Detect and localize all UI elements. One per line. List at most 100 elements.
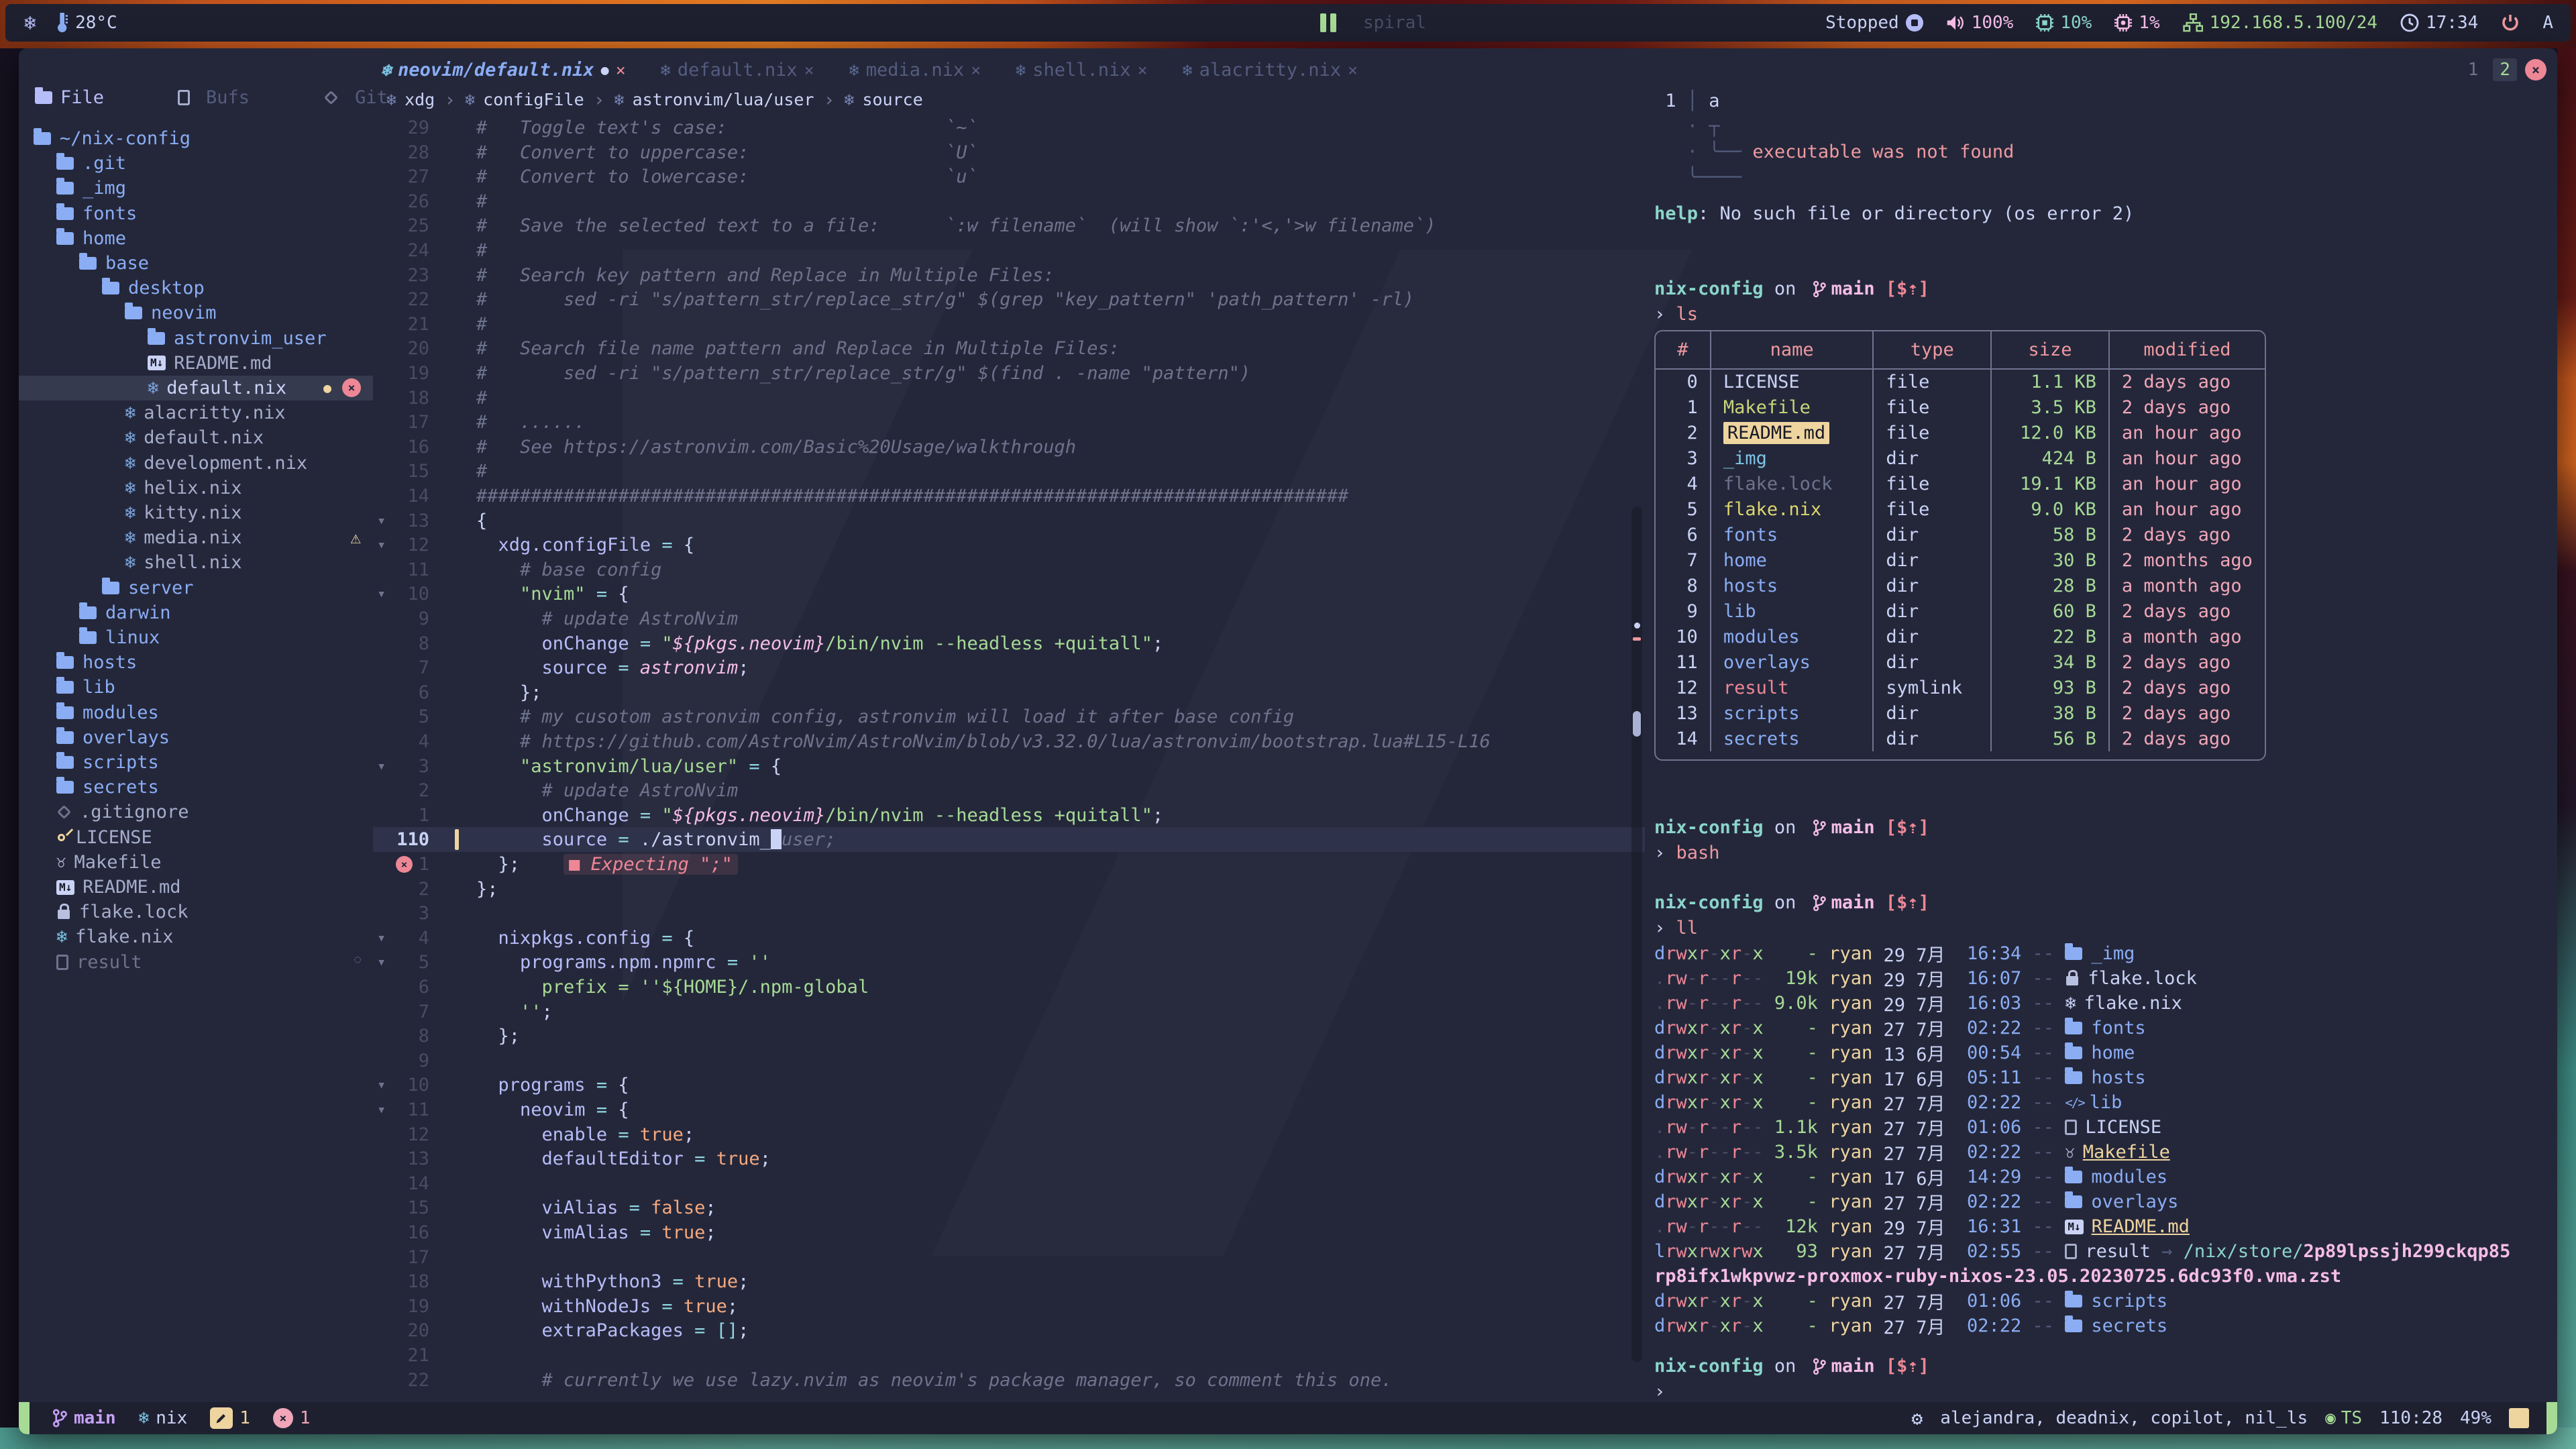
tree-item-neovim[interactable]: neovim — [125, 301, 217, 325]
code-line[interactable]: ▾10 programs = { — [373, 1073, 1645, 1097]
code-line[interactable]: 8 onChange = "${pkgs.neovim}/bin/nvim --… — [373, 631, 1645, 656]
code-line[interactable]: 3 — [373, 901, 1645, 926]
code-line[interactable]: ×1 }; ■ Expecting ";" — [373, 852, 1645, 877]
tree-item-base[interactable]: base — [79, 251, 149, 276]
code-line[interactable]: 22 # currently we use lazy.nvim as neovi… — [373, 1368, 1645, 1393]
tree-item-modules[interactable]: modules — [56, 700, 159, 725]
tree-item-desktop[interactable]: desktop — [102, 276, 205, 301]
code-line[interactable]: 11 # base config — [373, 557, 1645, 582]
code-line[interactable]: 21 — [373, 1343, 1645, 1368]
code-line[interactable]: 20 extraPackages = []; — [373, 1318, 1645, 1343]
code-line[interactable]: 29# Toggle text's case: `~` — [373, 115, 1645, 140]
tree-item-development-nix[interactable]: ❄development.nix — [125, 451, 307, 476]
power-icon[interactable] — [2501, 13, 2520, 32]
editor-scrollbar-track[interactable] — [1631, 506, 1642, 1362]
network-widget[interactable]: 192.168.5.100/24 — [2183, 13, 2377, 33]
tree-item-LICENSE[interactable]: LICENSE — [56, 825, 152, 850]
code-line[interactable]: ▾3 "astronvim/lua/user" = { — [373, 754, 1645, 779]
tree-item-helix-nix[interactable]: ❄helix.nix — [125, 476, 242, 500]
file-tree[interactable]: ~/nix-config.git_imgfontshomebasedesktop… — [19, 118, 373, 1393]
code-line[interactable]: 2}; — [373, 877, 1645, 902]
tree-item-server[interactable]: server — [102, 576, 194, 600]
code-line[interactable]: 9 — [373, 1049, 1645, 1073]
tree-item-scripts[interactable]: scripts — [56, 750, 159, 775]
pause-icon[interactable] — [1320, 13, 1336, 32]
terminal-pane[interactable]: #nametypesizemodified0LICENSEfile1.1 KB2… — [1648, 48, 2557, 1402]
tree-item-default-nix[interactable]: ❄default.nix — [148, 376, 286, 400]
tree-item-darwin[interactable]: darwin — [79, 600, 171, 625]
code-line[interactable]: 6 }; — [373, 680, 1645, 705]
tree-item--img[interactable]: _img — [56, 176, 126, 201]
nixos-logo-icon[interactable]: ❄ — [24, 11, 36, 35]
tree-item-hosts[interactable]: hosts — [56, 650, 137, 675]
code-line[interactable]: 1 onChange = "${pkgs.neovim}/bin/nvim --… — [373, 803, 1645, 828]
code-line[interactable]: ▾5 programs.npm.npmrc = '' — [373, 950, 1645, 975]
tree-item-README-md[interactable]: M↓README.md — [148, 351, 272, 376]
media-status-widget[interactable]: Stopped — [1825, 13, 1923, 33]
statusline-errors[interactable]: × 1 — [273, 1408, 311, 1428]
code-line[interactable]: 8 }; — [373, 1024, 1645, 1049]
tree-item-overlays[interactable]: overlays — [56, 725, 170, 750]
code-line[interactable]: 14######################################… — [373, 484, 1645, 508]
filetree-tab-file[interactable]: File — [35, 87, 104, 108]
code-line[interactable]: 17# ...... — [373, 410, 1645, 435]
code-line[interactable]: 7 source = astronvim; — [373, 655, 1645, 680]
tree-item-home[interactable]: home — [56, 226, 126, 251]
code-line[interactable]: ▾4 nixpkgs.config = { — [373, 926, 1645, 951]
tree-item-default-nix[interactable]: ❄default.nix — [125, 425, 264, 450]
code-line[interactable]: 28# Convert to uppercase: `U` — [373, 140, 1645, 165]
code-line[interactable]: 22# sed -ri "s/pattern_str/replace_str/g… — [373, 287, 1645, 312]
tree-item-shell-nix[interactable]: ❄shell.nix — [125, 550, 242, 575]
code-line[interactable]: 4 # https://github.com/AstroNvim/AstroNv… — [373, 729, 1645, 754]
code-line[interactable]: ▾10 "nvim" = { — [373, 582, 1645, 606]
code-line[interactable]: 14 — [373, 1171, 1645, 1196]
clock-widget[interactable]: 17:34 — [2400, 13, 2478, 33]
code-line[interactable]: 18# — [373, 386, 1645, 411]
tree-item--git[interactable]: .git — [56, 151, 126, 176]
code-line[interactable]: 17 — [373, 1245, 1645, 1270]
tree-item-README-md[interactable]: M↓README.md — [56, 875, 181, 900]
code-line[interactable]: 18 withPython3 = true; — [373, 1269, 1645, 1294]
tree-item-flake-lock[interactable]: flake.lock — [56, 900, 189, 924]
tree-item-media-nix[interactable]: ❄media.nix — [125, 525, 242, 550]
code-line[interactable]: 16# See https://astronvim.com/Basic%20Us… — [373, 435, 1645, 460]
tree-item-Makefile[interactable]: ♉Makefile — [56, 850, 162, 875]
tree-item--gitignore[interactable]: .gitignore — [56, 800, 189, 824]
tree-item-flake-nix[interactable]: ❄flake.nix — [56, 924, 174, 949]
code-line[interactable]: ▾12 xdg.configFile = { — [373, 533, 1645, 557]
tree-item-kitty-nix[interactable]: ❄kitty.nix — [125, 500, 242, 525]
code-line[interactable]: 13 defaultEditor = true; — [373, 1146, 1645, 1171]
code-line[interactable]: 21# — [373, 312, 1645, 337]
code-line[interactable]: 12 enable = true; — [373, 1122, 1645, 1147]
code-line[interactable]: 110 source = ./astronvim_user; — [373, 827, 1645, 852]
tree-item-astronvim-user[interactable]: astronvim_user — [148, 326, 327, 351]
code-line[interactable]: 16 vimAlias = true; — [373, 1220, 1645, 1245]
code-line[interactable]: 2 # update AstroNvim — [373, 778, 1645, 803]
code-line[interactable]: 6 prefix = ''${HOME}/.npm-global — [373, 975, 1645, 1000]
cpu-widget[interactable]: 1% — [2114, 13, 2159, 33]
tree-item-result[interactable]: result — [56, 950, 142, 975]
code-line[interactable]: 15 viAlias = false; — [373, 1195, 1645, 1220]
code-line[interactable]: 27# Convert to lowercase: `u` — [373, 164, 1645, 189]
filetree-tab-bufs[interactable]: Bufs — [178, 87, 250, 108]
tree-item-alacritty-nix[interactable]: ❄alacritty.nix — [125, 400, 286, 425]
code-line[interactable]: 15# — [373, 459, 1645, 484]
tree-item-fonts[interactable]: fonts — [56, 201, 137, 226]
code-line[interactable]: 9 # update AstroNvim — [373, 606, 1645, 631]
code-line[interactable]: ▾11 neovim = { — [373, 1097, 1645, 1122]
tree-item-linux[interactable]: linux — [79, 625, 160, 650]
code-line[interactable]: 20# Search file name pattern and Replace… — [373, 336, 1645, 361]
code-line[interactable]: 24# — [373, 238, 1645, 263]
statusline-git-branch[interactable]: main — [52, 1408, 116, 1428]
code-line[interactable]: 23# Search key pattern and Replace in Mu… — [373, 263, 1645, 288]
code-line[interactable]: 19# sed -ri "s/pattern_str/replace_str/g… — [373, 361, 1645, 386]
tree-item-secrets[interactable]: secrets — [56, 775, 159, 800]
code-line[interactable]: 7 ''; — [373, 1000, 1645, 1024]
user-letter[interactable]: A — [2542, 13, 2553, 33]
tree-item-lib[interactable]: lib — [56, 675, 115, 700]
ram-widget[interactable]: 10% — [2036, 13, 2092, 33]
code-editor[interactable]: 29# Toggle text's case: `~`28# Convert t… — [373, 48, 1645, 1402]
statusline-modified[interactable]: 1 — [210, 1407, 250, 1429]
volume-widget[interactable]: 100% — [1946, 13, 2014, 33]
code-line[interactable]: ▾13{ — [373, 508, 1645, 533]
